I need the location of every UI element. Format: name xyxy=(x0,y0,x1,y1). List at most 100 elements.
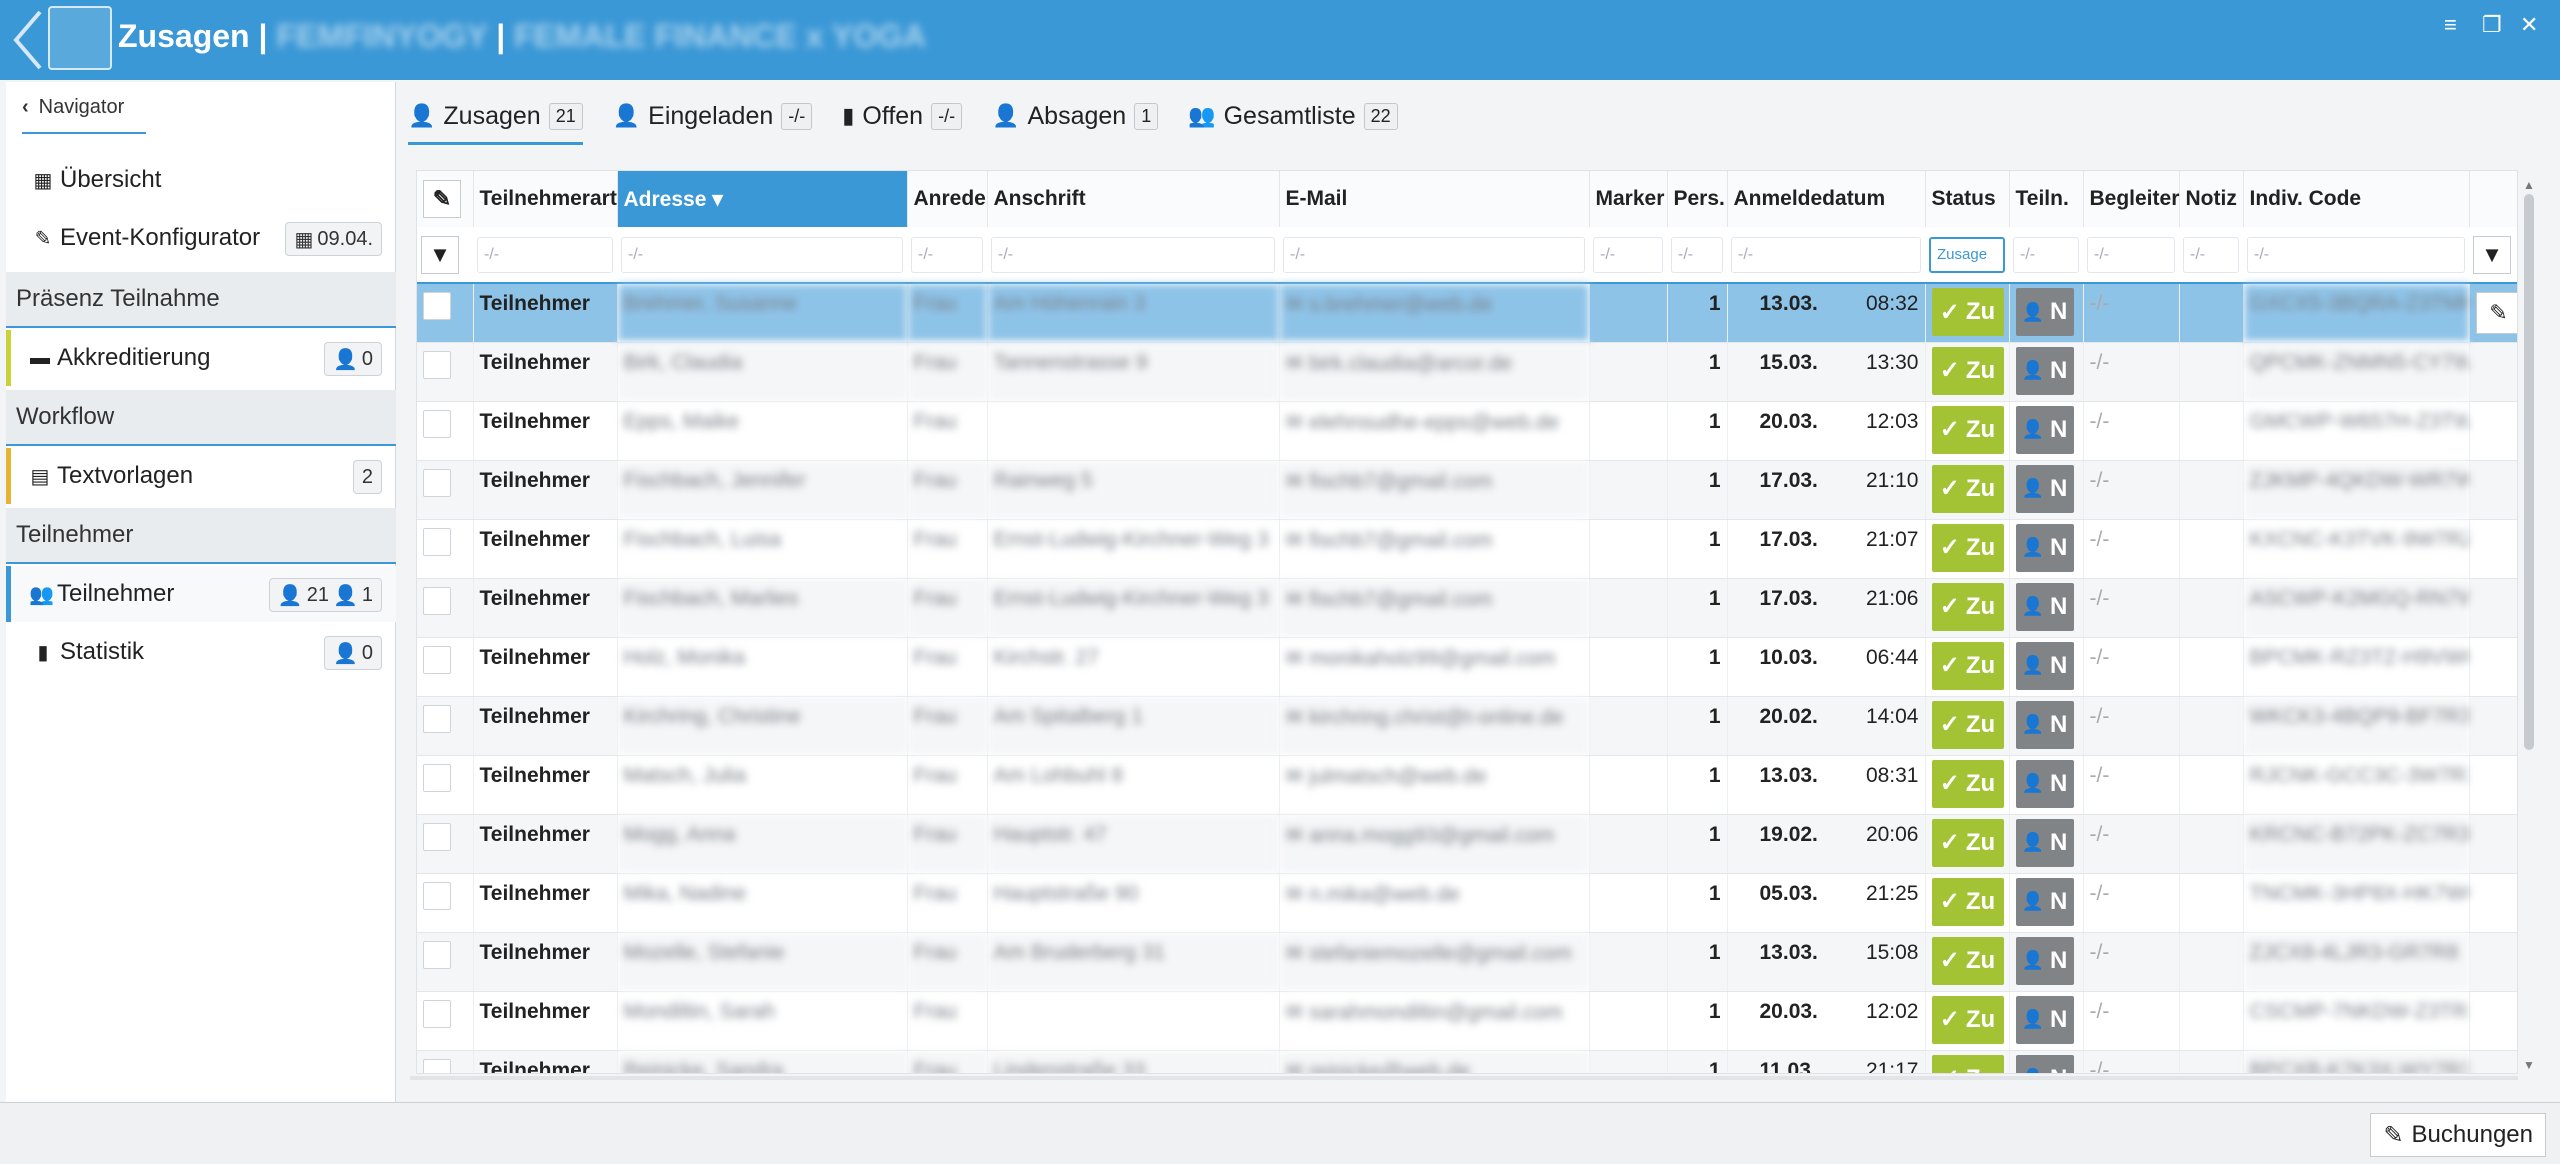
cell-adresse[interactable]: Birk, Claudia xyxy=(617,342,908,402)
status-zusage-button[interactable]: ✓Zu xyxy=(1931,288,2004,336)
email-link[interactable]: s.brehmer@web.de xyxy=(1309,293,1493,316)
email-link[interactable]: stefaniemozelle@gmail.com xyxy=(1309,942,1572,965)
tab-absagen[interactable]: 👤 Absagen 1 xyxy=(992,93,1159,139)
close-icon[interactable]: ✕ xyxy=(2520,12,2538,38)
row-checkbox[interactable] xyxy=(423,350,451,379)
table-row[interactable]: Teilnehmer Birk, Claudia Frau Tannenstrasse… xyxy=(417,342,2517,402)
col-notiz[interactable]: Notiz xyxy=(2179,171,2244,227)
buchungen-button[interactable]: ✎ Buchungen xyxy=(2370,1113,2546,1157)
filter-teilnehmerart[interactable]: -/- xyxy=(477,236,613,273)
scroll-down-icon[interactable]: ▼ xyxy=(2523,1058,2535,1072)
row-checkbox[interactable] xyxy=(423,1058,451,1073)
cell-adresse[interactable]: Matsch, Julia xyxy=(617,755,908,815)
cell-adresse[interactable]: Reinicke, Sandra xyxy=(617,1050,908,1073)
filter-adresse[interactable]: -/- xyxy=(621,236,903,273)
cell-email[interactable]: ✉ sarahmondiltin@gmail.com xyxy=(1279,991,1590,1051)
attendance-button[interactable]: 👤N xyxy=(2015,759,2074,808)
horizontal-scrollbar[interactable] xyxy=(410,1076,2518,1080)
cell-email[interactable]: ✉ s.brehmer@web.de xyxy=(1279,283,1590,343)
col-email[interactable]: E-Mail xyxy=(1279,171,1590,227)
cell-adresse[interactable]: Mondiltin, Sarah xyxy=(617,991,908,1051)
sidebar-item-event-konfigurator[interactable]: ✎ Event-Konfigurator ▦ 09.04. xyxy=(6,210,396,266)
cell-email[interactable]: ✉ fischb7@gmail.com xyxy=(1279,460,1590,520)
email-link[interactable]: monikaholz99@gmail.com xyxy=(1309,647,1556,670)
status-zusage-button[interactable]: ✓Zu xyxy=(1931,995,2004,1044)
clear-filter-cell[interactable]: ▼ xyxy=(2469,227,2517,284)
scrollbar-thumb[interactable] xyxy=(2524,194,2534,750)
table-row[interactable]: Teilnehmer Fischbach, Jennifer Frau Rainweg… xyxy=(417,460,2517,520)
email-link[interactable]: fischb7@gmail.com xyxy=(1309,470,1493,493)
filter-toggle-cell[interactable]: ▼ xyxy=(417,227,473,284)
row-checkbox[interactable] xyxy=(423,704,451,733)
status-zusage-button[interactable]: ✓Zu xyxy=(1931,464,2004,513)
row-checkbox[interactable] xyxy=(423,822,451,851)
filter-begleiter[interactable]: -/- xyxy=(2087,236,2175,273)
col-teilnehmerart[interactable]: Teilnehmerart xyxy=(473,171,618,227)
status-zusage-button[interactable]: ✓Zu xyxy=(1931,405,2004,454)
attendance-button[interactable]: 👤N xyxy=(2015,464,2074,513)
table-row[interactable]: Teilnehmer Epps, Maike Frau ✉ elehnsudhe-ep… xyxy=(417,401,2517,461)
sidebar-item-akkreditierung[interactable]: ▬ Akkreditierung 👤 0 xyxy=(6,330,396,386)
cell-adresse[interactable]: Kirchring, Christine xyxy=(617,696,908,756)
back-arrow-icon[interactable] xyxy=(10,8,46,72)
tab-offen[interactable]: ▮ Offen -/- xyxy=(842,93,963,139)
status-zusage-button[interactable]: ✓Zu xyxy=(1931,641,2004,690)
table-row[interactable]: Teilnehmer Mozelle, Stefanie Frau Am Bruder… xyxy=(417,932,2517,992)
col-teiln[interactable]: Teiln. xyxy=(2009,171,2084,227)
row-checkbox[interactable] xyxy=(423,292,451,320)
restore-icon[interactable]: ❐ xyxy=(2482,12,2502,38)
sidebar-item-teilnehmer[interactable]: 👥 Teilnehmer 👤 21 👤 1 xyxy=(6,566,396,622)
col-status[interactable]: Status xyxy=(1925,171,2010,227)
attendance-button[interactable]: 👤N xyxy=(2015,1054,2074,1073)
row-checkbox[interactable] xyxy=(423,645,451,674)
filter-status[interactable]: Zusage xyxy=(1929,236,2005,273)
filter-indiv-code[interactable]: -/- xyxy=(2247,236,2465,273)
email-link[interactable]: sarahmondiltin@gmail.com xyxy=(1309,1001,1563,1024)
col-anmeldedatum[interactable]: Anmeldedatum xyxy=(1727,171,1926,227)
col-anschrift[interactable]: Anschrift xyxy=(987,171,1280,227)
cell-email[interactable]: ✉ julmatsch@web.de xyxy=(1279,755,1590,815)
scroll-up-icon[interactable]: ▲ xyxy=(2523,178,2535,192)
col-adresse[interactable]: Adresse ▾ xyxy=(617,171,908,227)
cell-adresse[interactable]: Mika, Nadine xyxy=(617,873,908,933)
sidebar-item-statistik[interactable]: ▮ Statistik 👤 0 xyxy=(6,624,396,680)
status-zusage-button[interactable]: ✓Zu xyxy=(1931,877,2004,926)
tab-zusagen[interactable]: 👤 Zusagen 21 xyxy=(408,93,583,145)
filter-email[interactable]: -/- xyxy=(1283,236,1585,273)
table-row[interactable]: Teilnehmer Holz, Monika Frau Kirchstr. 27 ✉ … xyxy=(417,637,2517,697)
cell-email[interactable]: ✉ stefaniemozelle@gmail.com xyxy=(1279,932,1590,992)
email-link[interactable]: kirchring.christ@t-online.de xyxy=(1309,706,1564,729)
email-link[interactable]: reinicke@web.de xyxy=(1309,1060,1470,1074)
cell-adresse[interactable]: Holz, Monika xyxy=(617,637,908,697)
table-row[interactable]: Teilnehmer Reinicke, Sandra Frau Lindenstra… xyxy=(417,1050,2517,1074)
table-row[interactable]: Teilnehmer Mogg, Anna Frau Hauptstr. 47 ✉ an… xyxy=(417,814,2517,874)
email-link[interactable]: n.mika@web.de xyxy=(1309,883,1460,906)
navigator-link[interactable]: ‹ Navigator xyxy=(22,96,124,119)
cell-email[interactable]: ✉ reinicke@web.de xyxy=(1279,1050,1590,1074)
cell-email[interactable]: ✉ fischb7@gmail.com xyxy=(1279,578,1590,638)
table-row[interactable]: Teilnehmer Matsch, Julia Frau Am Lohbuhl 8 ✉… xyxy=(417,755,2517,815)
filter-anmeldedatum[interactable]: -/- xyxy=(1731,236,1921,273)
row-checkbox[interactable] xyxy=(423,999,451,1028)
status-zusage-button[interactable]: ✓Zu xyxy=(1931,936,2004,985)
filter-anrede[interactable]: -/- xyxy=(911,236,983,273)
cell-email[interactable]: ✉ n.mika@web.de xyxy=(1279,873,1590,933)
email-link[interactable]: fischb7@gmail.com xyxy=(1309,588,1493,611)
attendance-button[interactable]: 👤N xyxy=(2015,877,2074,926)
attendance-button[interactable]: 👤N xyxy=(2015,936,2074,985)
col-marker[interactable]: Marker xyxy=(1589,171,1668,227)
row-checkbox[interactable] xyxy=(423,881,451,910)
cell-email[interactable]: ✉ monikaholz99@gmail.com xyxy=(1279,637,1590,697)
attendance-button[interactable]: 👤N xyxy=(2015,995,2074,1044)
row-checkbox[interactable] xyxy=(423,468,451,497)
row-checkbox[interactable] xyxy=(423,940,451,969)
attendance-button[interactable]: 👤N xyxy=(2015,582,2074,631)
cell-adresse[interactable]: Fischbach, Luisa xyxy=(617,519,908,579)
vertical-scrollbar[interactable]: ▲ ▼ xyxy=(2520,178,2540,1074)
table-row[interactable]: Teilnehmer Fischbach, Marlies Frau Ernst-Lu… xyxy=(417,578,2517,638)
attendance-button[interactable]: 👤N xyxy=(2015,818,2074,867)
cell-adresse[interactable]: Mozelle, Stefanie xyxy=(617,932,908,992)
filter-notiz[interactable]: -/- xyxy=(2183,236,2239,273)
cell-adresse[interactable]: Mogg, Anna xyxy=(617,814,908,874)
table-row[interactable]: Teilnehmer Kirchring, Christine Frau Am Spi… xyxy=(417,696,2517,756)
